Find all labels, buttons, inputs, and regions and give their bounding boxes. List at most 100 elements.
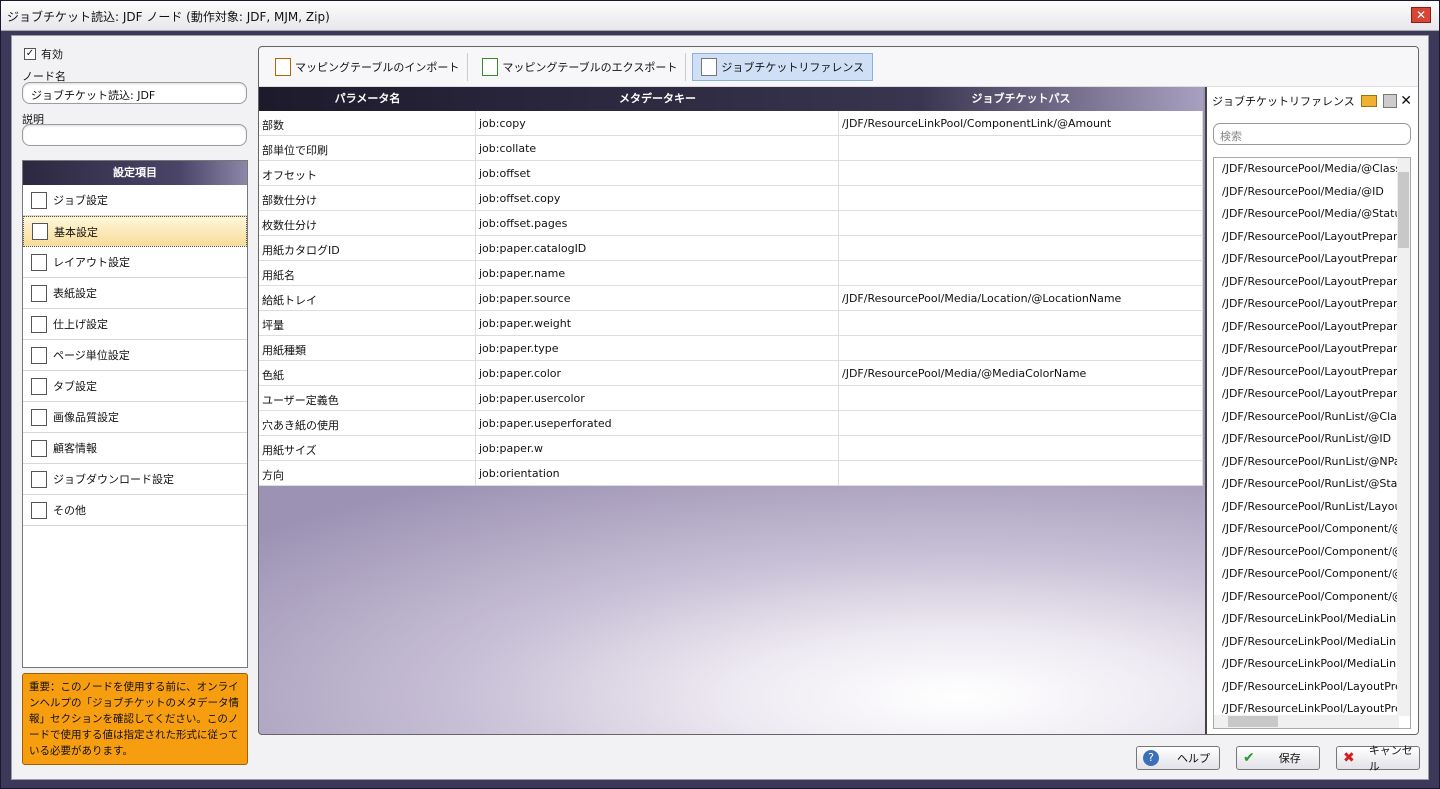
close-icon[interactable]: ✕	[1400, 93, 1412, 109]
table-cell[interactable]: 方向	[259, 461, 476, 485]
settings-item[interactable]: 顧客情報	[23, 433, 247, 464]
table-cell[interactable]: /JDF/ResourcePool/Media/Location/@Locati…	[839, 286, 1203, 310]
reference-search-input[interactable]: 検索	[1213, 123, 1411, 145]
table-cell[interactable]: 部数仕分け	[259, 186, 476, 210]
table-cell[interactable]: job:paper.source	[476, 286, 839, 310]
table-cell[interactable]	[839, 461, 1203, 485]
table-cell[interactable]: job:orientation	[476, 461, 839, 485]
table-cell[interactable]: /JDF/ResourcePool/Media/@MediaColorName	[839, 361, 1203, 385]
reference-list-item[interactable]: /JDF/ResourcePool/RunList/@Clas	[1214, 406, 1398, 429]
reference-list-item[interactable]: /JDF/ResourcePool/Component/@	[1214, 586, 1398, 609]
table-row[interactable]: 坪量 job:paper.weight	[259, 311, 1203, 336]
table-cell[interactable]: ユーザー定義色	[259, 386, 476, 410]
table-row[interactable]: 枚数仕分け job:offset.pages	[259, 211, 1203, 236]
reference-list-item[interactable]: /JDF/ResourcePool/LayoutPrepara	[1214, 293, 1398, 316]
table-cell[interactable]: job:offset	[476, 161, 839, 185]
description-input[interactable]	[22, 124, 247, 146]
table-row[interactable]: 用紙名 job:paper.name	[259, 261, 1203, 286]
table-cell[interactable]: 用紙サイズ	[259, 436, 476, 460]
table-cell[interactable]: job:copy	[476, 111, 839, 135]
reference-list-item[interactable]: /JDF/ResourcePool/RunList/Layou	[1214, 496, 1398, 519]
table-cell[interactable]: job:paper.name	[476, 261, 839, 285]
settings-item[interactable]: レイアウト設定	[23, 247, 247, 278]
table-cell[interactable]: job:paper.type	[476, 336, 839, 360]
reference-list-item[interactable]: /JDF/ResourcePool/Media/@Class	[1214, 158, 1398, 181]
node-name-input[interactable]: ジョブチケット読込: JDF	[22, 82, 247, 104]
cancel-button[interactable]: ✖ キャンセル	[1336, 744, 1420, 773]
reference-list-item[interactable]: /JDF/ResourcePool/Component/@	[1214, 541, 1398, 564]
reference-list-item[interactable]: /JDF/ResourcePool/Media/@ID	[1214, 181, 1398, 204]
column-header[interactable]: パラメータ名	[259, 87, 476, 111]
table-cell[interactable]: /JDF/ResourceLinkPool/ComponentLink/@Amo…	[839, 111, 1203, 135]
settings-item[interactable]: 画像品質設定	[23, 402, 247, 433]
settings-item[interactable]: ジョブダウンロード設定	[23, 464, 247, 495]
table-cell[interactable]: job:paper.catalogID	[476, 236, 839, 260]
settings-item[interactable]: 基本設定	[23, 216, 247, 247]
table-cell[interactable]: job:paper.color	[476, 361, 839, 385]
table-row[interactable]: 穴あき紙の使用 job:paper.useperforated	[259, 411, 1203, 436]
table-cell[interactable]: job:paper.useperforated	[476, 411, 839, 435]
settings-item[interactable]: ジョブ設定	[23, 185, 247, 216]
table-cell[interactable]: job:offset.copy	[476, 186, 839, 210]
table-cell[interactable]	[839, 236, 1203, 260]
reference-list-item[interactable]: /JDF/ResourcePool/LayoutPrepara	[1214, 316, 1398, 339]
folder-icon[interactable]	[1360, 95, 1377, 107]
table-cell[interactable]: job:paper.weight	[476, 311, 839, 335]
table-cell[interactable]	[839, 186, 1203, 210]
table-row[interactable]: 部数 job:copy/JDF/ResourceLinkPool/Componen…	[259, 111, 1203, 136]
table-row[interactable]: 色紙 job:paper.color/JDF/ResourcePool/Media…	[259, 361, 1203, 386]
reference-list-item[interactable]: /JDF/ResourcePool/Component/@	[1214, 563, 1398, 586]
help-button[interactable]: ? ヘルプ	[1136, 746, 1220, 770]
table-cell[interactable]: 色紙	[259, 361, 476, 385]
table-cell[interactable]: job:offset.pages	[476, 211, 839, 235]
table-row[interactable]: 給紙トレイ job:paper.source/JDF/ResourcePool/M…	[259, 286, 1203, 311]
table-cell[interactable]: 部単位で印刷	[259, 136, 476, 160]
table-cell[interactable]: job:collate	[476, 136, 839, 160]
settings-item[interactable]: その他	[23, 495, 247, 526]
table-row[interactable]: 用紙カタログID job:paper.catalogID	[259, 236, 1203, 261]
column-header[interactable]: ジョブチケットパス	[839, 87, 1203, 111]
checkbox-checked-icon[interactable]: ✓	[24, 48, 36, 60]
close-icon[interactable]: ✕	[1411, 7, 1431, 23]
save-button[interactable]: ✔ 保存	[1236, 746, 1320, 770]
settings-item[interactable]: ページ単位設定	[23, 340, 247, 371]
table-cell[interactable]	[839, 436, 1203, 460]
scroll-thumb[interactable]	[1228, 716, 1278, 727]
settings-item[interactable]: 仕上げ設定	[23, 309, 247, 340]
table-cell[interactable]: job:paper.w	[476, 436, 839, 460]
table-cell[interactable]: オフセット	[259, 161, 476, 185]
table-cell[interactable]: 枚数仕分け	[259, 211, 476, 235]
table-cell[interactable]: 坪量	[259, 311, 476, 335]
settings-item[interactable]: 表紙設定	[23, 278, 247, 309]
import-mapping-button[interactable]: マッピングテーブルのインポート	[267, 52, 469, 81]
delete-icon[interactable]	[1382, 94, 1397, 108]
reference-list-item[interactable]: /JDF/ResourcePool/LayoutPrepara	[1214, 271, 1398, 294]
vertical-scrollbar[interactable]	[1397, 158, 1410, 716]
table-row[interactable]: ユーザー定義色 job:paper.usercolor	[259, 386, 1203, 411]
table-row[interactable]: 部数仕分け job:offset.copy	[259, 186, 1203, 211]
table-cell[interactable]: 部数	[259, 111, 476, 135]
table-cell[interactable]	[839, 386, 1203, 410]
enabled-checkbox[interactable]: ✓ 有効	[24, 46, 63, 62]
reference-list-item[interactable]: /JDF/ResourcePool/LayoutPrepara	[1214, 338, 1398, 361]
table-cell[interactable]	[839, 336, 1203, 360]
scroll-thumb[interactable]	[1398, 172, 1409, 248]
horizontal-scrollbar[interactable]	[1214, 715, 1399, 728]
reference-toggle-button[interactable]: ジョブチケットリファレンス	[692, 52, 874, 81]
reference-list-item[interactable]: /JDF/ResourceLinkPool/LayoutPre	[1214, 676, 1398, 699]
reference-list-item[interactable]: /JDF/ResourcePool/LayoutPrepara	[1214, 383, 1398, 406]
reference-list-item[interactable]: /JDF/ResourcePool/LayoutPrepara	[1214, 361, 1398, 384]
reference-list-item[interactable]: /JDF/ResourceLinkPool/MediaLink	[1214, 608, 1398, 631]
table-cell[interactable]	[839, 411, 1203, 435]
reference-list-item[interactable]: /JDF/ResourcePool/RunList/@ID	[1214, 428, 1398, 451]
table-cell[interactable]	[839, 261, 1203, 285]
settings-item[interactable]: タブ設定	[23, 371, 247, 402]
table-cell[interactable]	[839, 311, 1203, 335]
table-cell[interactable]: 用紙カタログID	[259, 236, 476, 260]
reference-list-item[interactable]: /JDF/ResourcePool/LayoutPrepara	[1214, 226, 1398, 249]
reference-list-item[interactable]: /JDF/ResourcePool/RunList/@NPa	[1214, 451, 1398, 474]
export-mapping-button[interactable]: マッピングテーブルのエクスポート	[474, 52, 687, 81]
table-cell[interactable]	[839, 211, 1203, 235]
table-cell[interactable]: 穴あき紙の使用	[259, 411, 476, 435]
table-cell[interactable]	[839, 161, 1203, 185]
